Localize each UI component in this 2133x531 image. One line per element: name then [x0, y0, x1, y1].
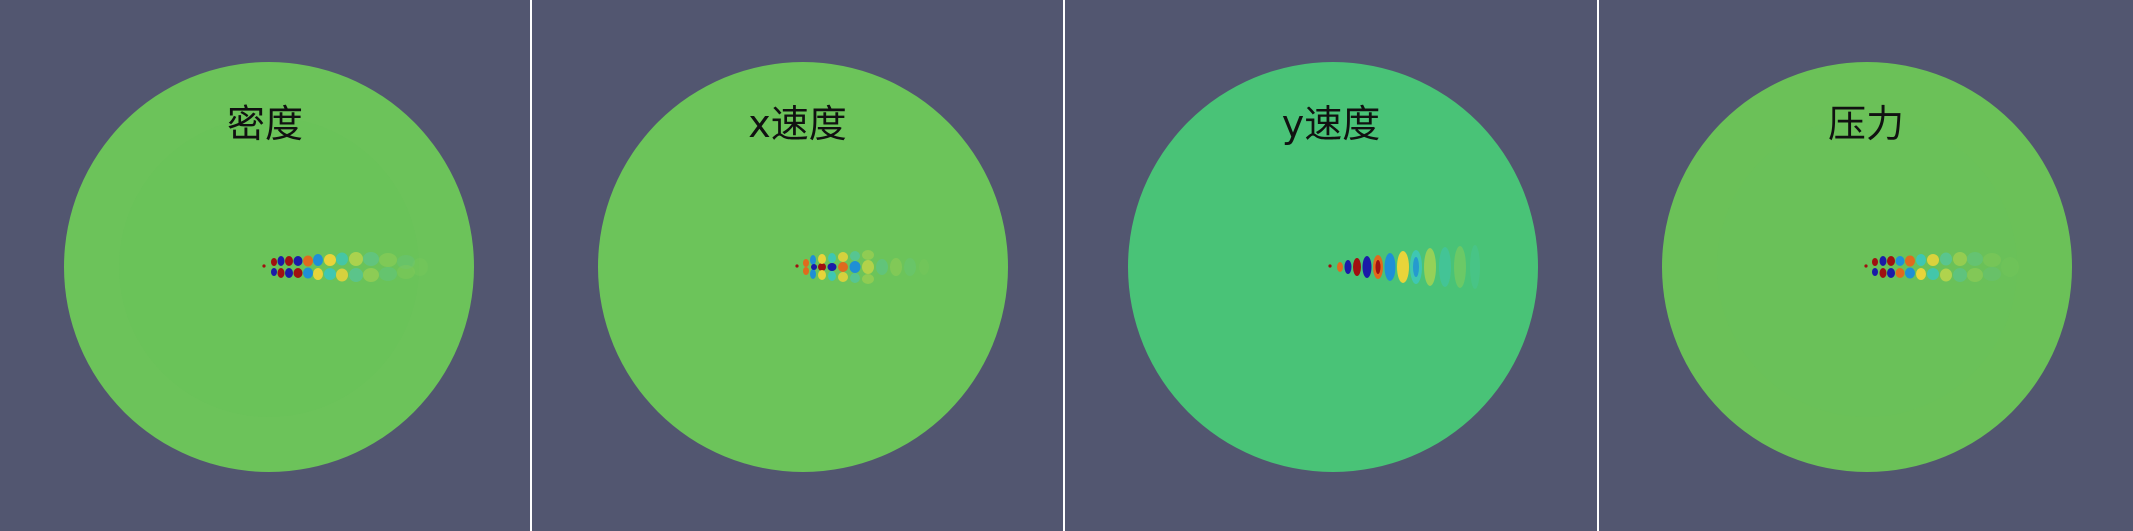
pressure-plot [1662, 62, 2072, 472]
domain-disk [598, 62, 1008, 472]
panel-x-velocity: x速度 [532, 0, 1063, 531]
density-plot [64, 62, 474, 472]
x-velocity-plot [598, 62, 1008, 472]
faint-ring [119, 117, 419, 417]
y-velocity-plot [1128, 62, 1538, 472]
panel-pressure: 压力 [1599, 0, 2133, 531]
panel-y-velocity: y速度 [1065, 0, 1597, 531]
panel-density: 密度 [0, 0, 530, 531]
figure-grid: 密度 x速度 y速度 压力 [0, 0, 2133, 531]
